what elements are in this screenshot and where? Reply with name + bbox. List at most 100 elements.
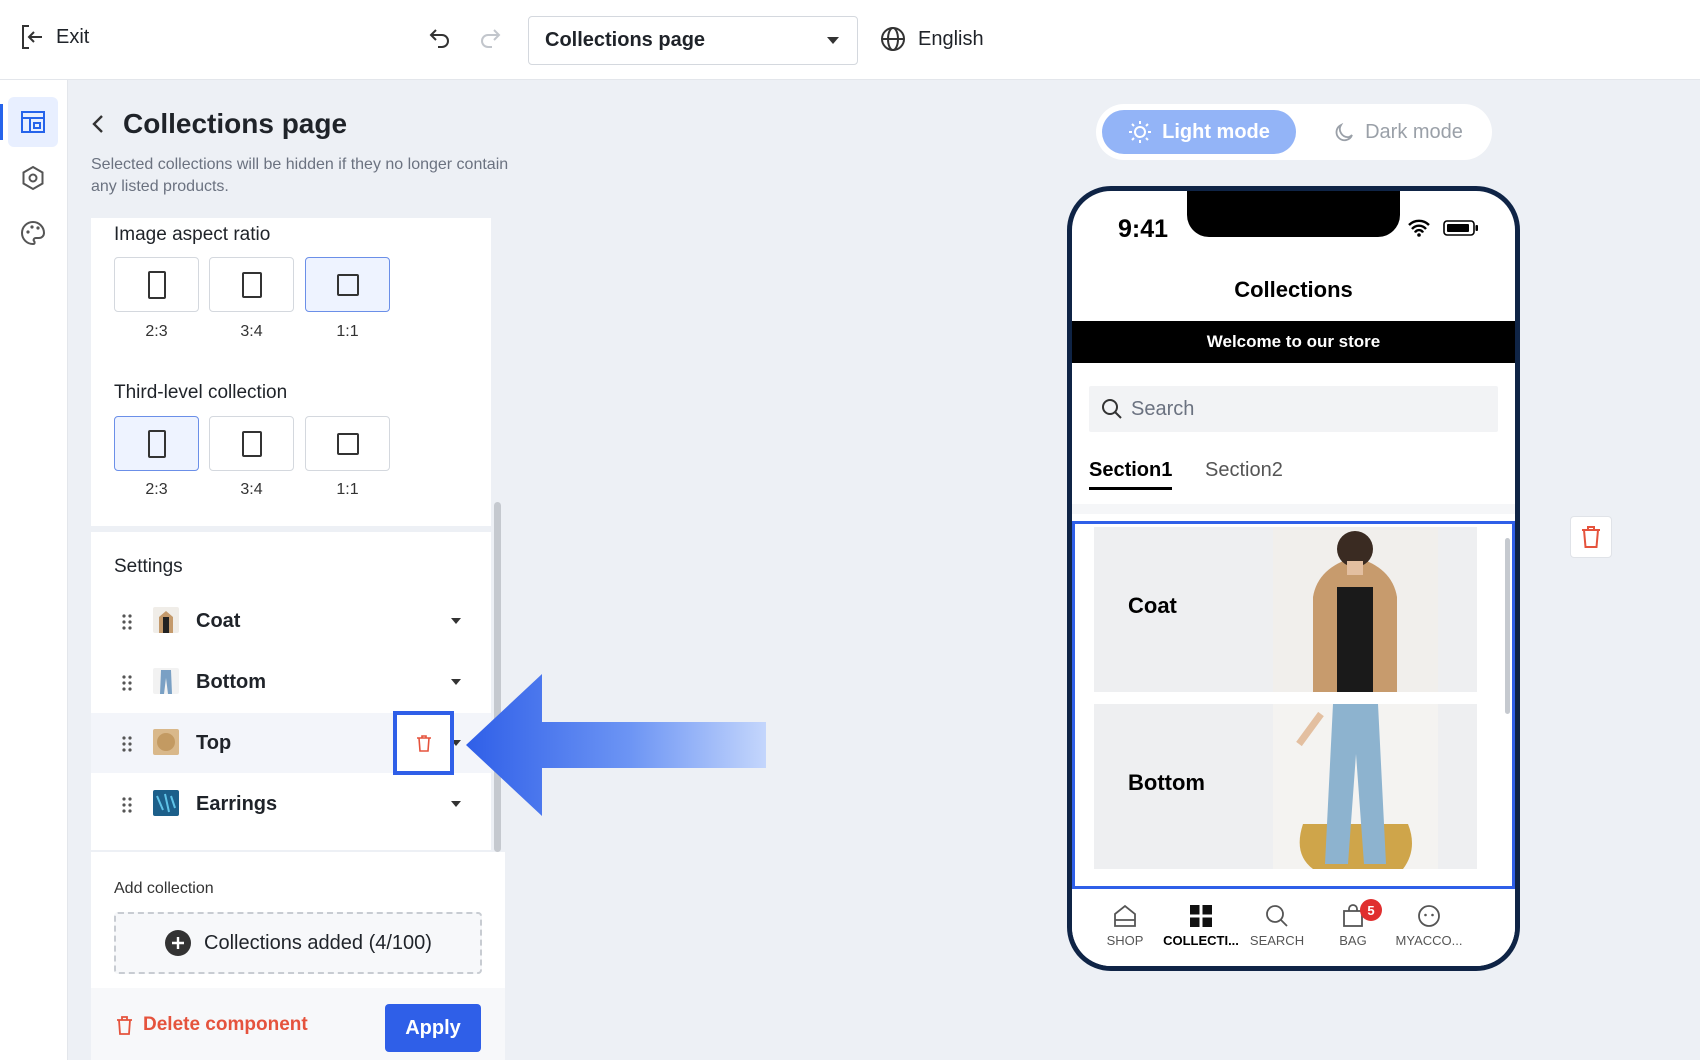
nav-label: MYACCO... <box>1395 933 1463 948</box>
preview-banner: Welcome to our store <box>1072 321 1515 363</box>
top-thumbnail <box>153 729 179 755</box>
divider <box>1072 504 1515 514</box>
collection-row-bottom[interactable]: Bottom <box>91 652 491 712</box>
add-collection-button[interactable]: Collections added (4/100) <box>114 912 482 974</box>
battery-icon <box>1443 220 1478 236</box>
language-selector[interactable]: English <box>880 26 984 52</box>
tab-section2[interactable]: Section2 <box>1205 459 1283 482</box>
grid-icon <box>1190 905 1212 927</box>
ratio-label: 2:3 <box>145 481 168 498</box>
rail-item-settings[interactable] <box>8 153 58 203</box>
chevron-down-icon[interactable] <box>451 801 461 807</box>
square-ratio-icon <box>336 432 359 455</box>
bottom-thumbnail <box>153 668 179 694</box>
collection-name: Top <box>196 732 232 754</box>
account-icon <box>1418 905 1440 927</box>
delete-component-button[interactable]: Delete component <box>116 1014 308 1036</box>
back-chevron-icon[interactable] <box>91 113 105 135</box>
rail-item-layout[interactable] <box>8 97 58 147</box>
aspect-ratio-card: Image aspect ratio 2:3 3:4 1:1 Third-lev… <box>91 218 491 526</box>
active-tab-underline <box>1089 487 1172 490</box>
drag-handle-icon[interactable] <box>121 796 133 814</box>
image-ratio-3-4[interactable] <box>209 257 294 312</box>
exit-label: Exit <box>56 25 90 48</box>
coat-image <box>1273 527 1438 692</box>
bag-count-badge: 5 <box>1360 899 1382 921</box>
collection-name: Coat <box>196 610 241 632</box>
palette-icon <box>21 220 46 246</box>
collection-row-earrings[interactable]: Earrings <box>91 774 491 834</box>
dark-mode-label: Dark mode <box>1365 120 1463 143</box>
portrait-ratio-icon <box>241 430 262 457</box>
hexagon-settings-icon <box>22 165 44 191</box>
portrait-ratio-icon <box>147 270 166 299</box>
delete-collection-button[interactable] <box>393 711 454 775</box>
settings-label: Settings <box>114 556 183 577</box>
panel-description: Selected collections will be hidden if t… <box>91 156 509 195</box>
collection-name: Earrings <box>196 793 278 815</box>
status-time: 9:41 <box>1118 215 1169 243</box>
collection-name: Bottom <box>196 671 266 693</box>
trash-icon <box>1582 526 1600 548</box>
page-select-value: Collections page <box>545 29 706 51</box>
phone-notch <box>1187 191 1400 237</box>
undo-button[interactable] <box>428 26 452 55</box>
dark-mode-button[interactable]: Dark mode <box>1314 110 1484 154</box>
third-ratio-1-1[interactable] <box>305 416 390 471</box>
collection-row-coat[interactable]: Coat <box>91 591 491 651</box>
top-bar: Exit Collections page English <box>0 0 1700 80</box>
card-name: Bottom <box>1128 770 1205 795</box>
preview-bottom-nav: SHOP COLLECTI... SEARCH 5 BAG MYACCO... <box>1072 891 1515 966</box>
light-mode-label: Light mode <box>1162 120 1270 143</box>
apply-button[interactable]: Apply <box>385 1004 481 1052</box>
moon-icon <box>1335 122 1353 142</box>
search-icon <box>1102 399 1122 419</box>
drag-handle-icon[interactable] <box>121 613 133 631</box>
page-select[interactable]: Collections page <box>528 16 858 65</box>
ratio-label: 2:3 <box>145 323 168 340</box>
nav-myaccount[interactable]: MYACCO... <box>1384 899 1474 948</box>
collections-added-label: Collections added (4/100) <box>204 931 432 954</box>
image-ratio-2-3[interactable] <box>114 257 199 312</box>
chevron-down-icon[interactable] <box>451 679 461 685</box>
preview-scrollbar[interactable] <box>1505 538 1510 714</box>
preview-title: Collections <box>1234 277 1353 302</box>
third-ratio-3-4[interactable] <box>209 416 294 471</box>
plus-circle-icon <box>165 930 192 956</box>
portrait-ratio-icon <box>147 429 166 458</box>
image-ratio-1-1[interactable] <box>305 257 390 312</box>
globe-icon <box>881 27 905 51</box>
exit-button[interactable]: Exit <box>20 24 89 50</box>
status-icons <box>1407 219 1479 237</box>
search-icon <box>1266 905 1288 927</box>
preview-card-coat[interactable]: Coat <box>1094 527 1477 692</box>
annotation-arrow <box>466 674 766 816</box>
third-ratio-2-3[interactable] <box>114 416 199 471</box>
mode-toggle: Light mode Dark mode <box>1096 104 1492 160</box>
phone-preview: 9:41 Collections Welcome to our store Se… <box>1067 186 1520 971</box>
undo-icon <box>429 29 449 48</box>
tab-section1[interactable]: Section1 <box>1089 459 1172 482</box>
ratio-label: 1:1 <box>336 323 359 340</box>
rail-active-indicator <box>0 104 3 140</box>
rail-item-theme[interactable] <box>8 208 58 258</box>
light-mode-button[interactable]: Light mode <box>1102 110 1296 154</box>
wifi-icon <box>1408 219 1430 237</box>
delete-preview-component-button[interactable] <box>1570 516 1612 558</box>
preview-card-bottom[interactable]: Bottom <box>1094 704 1477 869</box>
chevron-down-icon[interactable] <box>451 618 461 624</box>
add-collection-label: Add collection <box>114 880 214 897</box>
drag-handle-icon[interactable] <box>121 735 133 753</box>
language-label: English <box>918 27 984 50</box>
drag-handle-icon[interactable] <box>121 674 133 692</box>
bottom-image <box>1273 704 1438 869</box>
preview-search-input[interactable]: Search <box>1089 386 1498 432</box>
sun-icon <box>1129 121 1152 143</box>
layout-icon <box>21 111 45 133</box>
panel-header: Collections page Selected collections wi… <box>91 108 511 198</box>
redo-button[interactable] <box>478 26 502 55</box>
card-name: Coat <box>1128 593 1177 618</box>
image-aspect-label: Image aspect ratio <box>114 224 271 245</box>
redo-icon <box>481 29 501 48</box>
ratio-label: 3:4 <box>240 481 263 498</box>
